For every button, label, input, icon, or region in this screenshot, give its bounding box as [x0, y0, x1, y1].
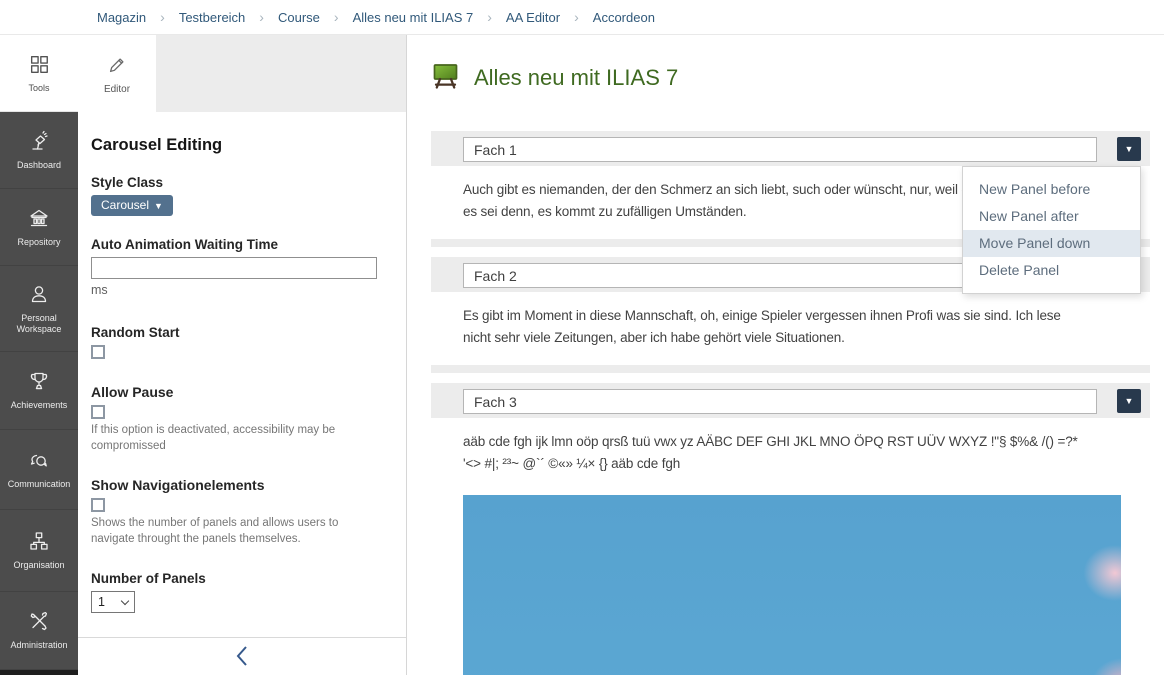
- chat-bubbles-icon: [27, 448, 51, 472]
- org-chart-icon: [27, 529, 51, 553]
- sidebar-item-dashboard[interactable]: Dashboard: [0, 112, 78, 189]
- random-start-label: Random Start: [91, 325, 388, 340]
- page-title: Alles neu mit ILIAS 7: [474, 65, 678, 91]
- breadcrumb-separator-icon: ›: [334, 9, 339, 25]
- chevron-left-icon: [234, 644, 250, 668]
- panel-actions-dropdown-button[interactable]: ▼: [1117, 137, 1141, 161]
- course-board-icon: [431, 62, 460, 94]
- sidebar-item-repository[interactable]: Repository: [0, 189, 78, 266]
- grid-icon: [27, 52, 51, 76]
- style-class-label: Style Class: [91, 175, 388, 190]
- paragraph-line: '<> #|; ²³~ @`´ ©«» ¼× {} aäb cde fgh: [463, 453, 1118, 475]
- ilias-app-window: Magazin › Testbereich › Course › Alles n…: [0, 0, 1164, 675]
- random-start-checkbox[interactable]: [91, 345, 105, 359]
- sidebar-item-label: Communication: [8, 479, 71, 490]
- form-heading: Carousel Editing: [91, 136, 388, 155]
- breadcrumb-link-aa-editor[interactable]: AA Editor: [506, 10, 560, 25]
- paragraph-line: aäb cde fgh ijk lmn oöp qrsß tuü vwx yz …: [463, 431, 1118, 453]
- sidebar-item-administration[interactable]: Administration: [0, 592, 78, 670]
- menu-item-new-panel-before[interactable]: New Panel before: [963, 176, 1140, 203]
- crossed-tools-icon: [27, 609, 51, 633]
- waiting-time-unit: ms: [91, 283, 388, 297]
- panel-body[interactable]: Es gibt im Moment in diese Mannschaft, o…: [431, 292, 1150, 365]
- caret-down-icon: ▼: [154, 201, 163, 211]
- breadcrumb-link-magazin[interactable]: Magazin: [97, 10, 146, 25]
- sidebar-item-tools[interactable]: Tools: [0, 35, 78, 112]
- show-nav-checkbox[interactable]: [91, 498, 105, 512]
- sidebar-item-organisation[interactable]: Organisation: [0, 510, 78, 592]
- breadcrumb: Magazin › Testbereich › Course › Alles n…: [0, 0, 1164, 35]
- waiting-time-input[interactable]: [91, 257, 377, 279]
- sidebar-item-label: Personal Workspace: [0, 313, 78, 336]
- main-content: Alles neu mit ILIAS 7 ▼ Auch gibt es nie…: [407, 35, 1164, 675]
- number-of-panels-label: Number of Panels: [91, 571, 388, 586]
- allow-pause-label: Allow Pause: [91, 384, 388, 400]
- sidebar-item-label: Tools: [28, 83, 49, 94]
- sidebar-item-label: Repository: [17, 237, 60, 248]
- allow-pause-checkbox[interactable]: [91, 405, 105, 419]
- breadcrumb-link-accordeon[interactable]: Accordeon: [593, 10, 655, 25]
- title-row: Alles neu mit ILIAS 7: [431, 62, 1164, 94]
- panel-footer-divider: [78, 637, 406, 638]
- main-sidebar: Tools Dashboard Repository Personal Work…: [0, 35, 78, 675]
- breadcrumb-link-course[interactable]: Course: [278, 10, 320, 25]
- paragraph-line: Es gibt im Moment in diese Mannschaft, o…: [463, 305, 1118, 327]
- caret-down-icon: ▼: [1125, 397, 1134, 406]
- tab-editor[interactable]: Editor: [78, 35, 156, 112]
- editor-tabbar: Editor: [78, 35, 406, 112]
- carousel-editing-form: Carousel Editing Style Class Carousel▼ A…: [78, 112, 406, 613]
- sidebar-item-partial: [0, 670, 78, 675]
- panel-title-input[interactable]: [463, 389, 1097, 414]
- pencil-icon: [105, 53, 129, 77]
- menu-item-new-panel-after[interactable]: New Panel after: [963, 203, 1140, 230]
- bank-icon: [27, 206, 51, 230]
- breadcrumb-separator-icon: ›: [574, 9, 579, 25]
- panel-actions-dropdown-button[interactable]: ▼: [1117, 389, 1141, 413]
- menu-item-move-panel-down[interactable]: Move Panel down: [963, 230, 1140, 257]
- sidebar-item-communication[interactable]: Communication: [0, 430, 78, 510]
- panel-header: ▼: [431, 131, 1150, 166]
- style-class-dropdown-button[interactable]: Carousel▼: [91, 195, 173, 216]
- show-nav-byline: Shows the number of panels and allows us…: [91, 515, 376, 547]
- trophy-icon: [27, 369, 51, 393]
- chevron-down-icon: [121, 597, 129, 605]
- panel-actions-menu: New Panel before New Panel after Move Pa…: [962, 166, 1141, 294]
- sidebar-item-personal-workspace[interactable]: Personal Workspace: [0, 266, 78, 352]
- allow-pause-byline: If this option is deactivated, accessibi…: [91, 422, 376, 454]
- breadcrumb-separator-icon: ›: [259, 9, 264, 25]
- breadcrumb-separator-icon: ›: [160, 9, 165, 25]
- sidebar-item-label: Organisation: [13, 560, 64, 571]
- collapse-panel-button[interactable]: [78, 641, 406, 671]
- person-icon: [27, 282, 51, 306]
- menu-item-delete-panel[interactable]: Delete Panel: [963, 257, 1140, 284]
- number-of-panels-select[interactable]: 1: [91, 591, 135, 613]
- magnolia-blossoms-image: [463, 495, 1121, 675]
- tab-editor-label: Editor: [104, 84, 130, 95]
- sidebar-item-label: Achievements: [11, 400, 68, 411]
- sidebar-item-label: Administration: [10, 640, 67, 651]
- breadcrumb-link-testbereich[interactable]: Testbereich: [179, 10, 245, 25]
- paragraph-line: nicht sehr viele Zeitungen, aber ich hab…: [463, 327, 1118, 349]
- breadcrumb-separator-icon: ›: [487, 9, 492, 25]
- panel-title-input[interactable]: [463, 137, 1097, 162]
- panel-fach-3: ▼ aäb cde fgh ijk lmn oöp qrsß tuü vwx y…: [431, 383, 1150, 675]
- editor-panel: Editor Carousel Editing Style Class Caro…: [78, 35, 407, 675]
- waiting-time-label: Auto Animation Waiting Time: [91, 237, 388, 252]
- sidebar-item-label: Dashboard: [17, 160, 61, 171]
- panel-header: ▼: [431, 383, 1150, 418]
- sidebar-item-achievements[interactable]: Achievements: [0, 352, 78, 430]
- show-nav-label: Show Navigationelements: [91, 477, 388, 493]
- desk-lamp-icon: [27, 129, 51, 153]
- caret-down-icon: ▼: [1125, 145, 1134, 154]
- breadcrumb-link-alles-neu[interactable]: Alles neu mit ILIAS 7: [353, 10, 474, 25]
- panel-body[interactable]: aäb cde fgh ijk lmn oöp qrsß tuü vwx yz …: [431, 418, 1150, 675]
